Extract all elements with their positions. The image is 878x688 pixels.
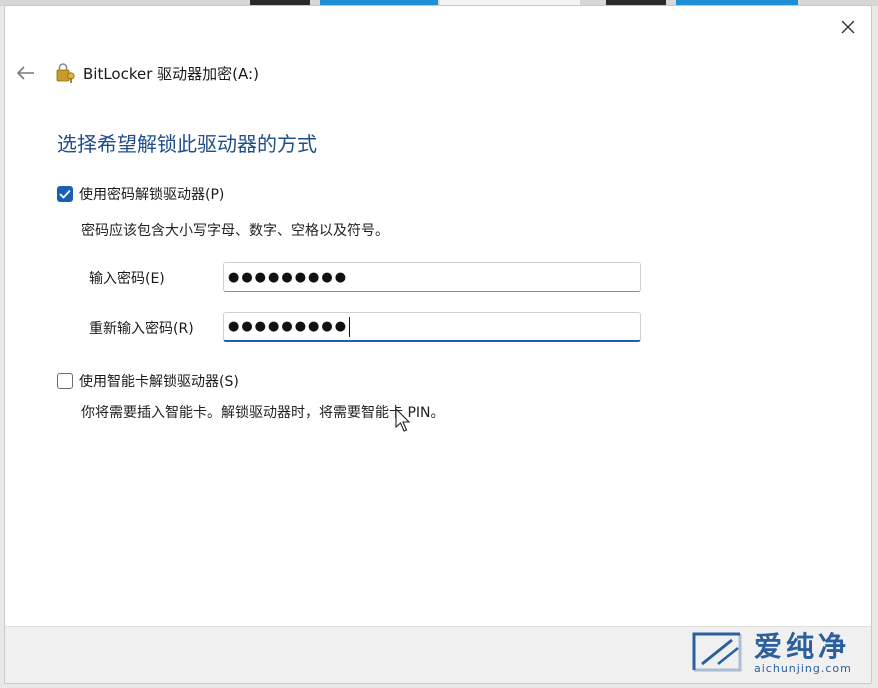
back-button[interactable]: [13, 60, 39, 86]
checkmark-icon: [59, 189, 71, 199]
mouse-cursor-icon: [395, 408, 411, 432]
bitlocker-lock-icon: [56, 63, 75, 83]
smartcard-option-label[interactable]: 使用智能卡解锁驱动器(S): [79, 371, 239, 391]
back-arrow-icon: [17, 66, 34, 80]
close-icon: [841, 20, 855, 34]
smartcard-option[interactable]: 使用智能卡解锁驱动器(S): [57, 371, 239, 391]
close-button[interactable]: [835, 14, 861, 40]
bitlocker-dialog: BitLocker 驱动器加密(A:) 选择希望解锁此驱动器的方式 使用密码解锁…: [4, 5, 872, 684]
password-option-label[interactable]: 使用密码解锁驱动器(P): [79, 184, 224, 204]
reenter-password-value: ●●●●●●●●●: [228, 319, 349, 334]
enter-password-input[interactable]: ●●●●●●●●●: [223, 262, 641, 292]
smartcard-description: 你将需要插入智能卡。解锁驱动器时，将需要智能卡 PIN。: [81, 405, 445, 421]
password-option[interactable]: 使用密码解锁驱动器(P): [57, 184, 224, 204]
window-title: BitLocker 驱动器加密(A:): [83, 64, 259, 83]
watermark-logo-icon: [692, 632, 742, 672]
enter-password-label: 输入密码(E): [89, 271, 165, 287]
text-caret: [349, 316, 351, 337]
reenter-password-label: 重新输入密码(R): [89, 321, 194, 337]
smartcard-checkbox[interactable]: [57, 373, 73, 389]
enter-password-value: ●●●●●●●●●: [228, 269, 349, 285]
password-checkbox[interactable]: [57, 186, 73, 202]
dialog-header: BitLocker 驱动器加密(A:): [13, 58, 259, 88]
watermark-title: 爱纯净: [754, 629, 851, 663]
watermark-url: aichunjing.com: [754, 661, 852, 675]
password-description: 密码应该包含大小写字母、数字、空格以及符号。: [81, 223, 389, 239]
watermark: 爱纯净 aichunjing.com: [688, 630, 852, 676]
reenter-password-input[interactable]: ●●●●●●●●●: [223, 312, 641, 342]
page-heading: 选择希望解锁此驱动器的方式: [57, 132, 317, 156]
